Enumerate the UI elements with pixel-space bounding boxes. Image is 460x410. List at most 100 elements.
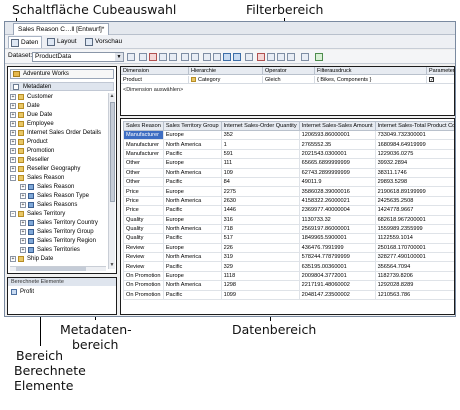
callout-filter-area: Filterbereich — [246, 2, 324, 17]
expand-icon[interactable]: + — [20, 229, 26, 235]
table-cell: Price — [123, 186, 164, 197]
metadata-tree-item-label: Sales Territory Region — [37, 238, 96, 244]
filter-pane: Dimension Hierarchie Operator Filterausd… — [120, 66, 455, 116]
expand-icon[interactable]: + — [20, 247, 26, 253]
table-row[interactable]: Quality North America 718 2569197.86000001 1… — [123, 223, 454, 235]
collapse-icon[interactable]: − — [10, 211, 16, 217]
table-row[interactable]: On Promotion North America 1298 2217191.480… — [123, 280, 454, 291]
document-tab[interactable]: Sales Reason C…ll [Entwurf]* — [13, 23, 110, 35]
expand-icon[interactable]: + — [20, 220, 26, 226]
expand-icon[interactable]: + — [10, 103, 16, 109]
filter-cell-hierarchy[interactable]: Category — [189, 76, 263, 84]
data-grid-column-header[interactable]: Internet Sales-Total Product Cost — [374, 121, 454, 131]
calculated-member-label: Profit — [20, 289, 35, 295]
metadata-tree-item-label: Internet Sales Order Details — [27, 130, 102, 136]
data-grid-column-header[interactable]: Internet Sales-Sales Amount — [298, 121, 376, 131]
edit-fields-icon[interactable] — [159, 53, 167, 61]
table-row[interactable]: Price Pacific 1446 2369977.40000004 1424778.… — [123, 205, 454, 216]
table-row[interactable]: Other North America 109 62743.2899999999 383… — [123, 167, 454, 178]
hierarchy-icon — [28, 238, 34, 244]
dataset-select[interactable]: ProductData ▼ — [32, 52, 124, 62]
add-filter-icon[interactable] — [245, 53, 253, 61]
tab-preview[interactable]: Vorschau — [83, 36, 125, 48]
chevron-down-icon[interactable]: ▼ — [115, 53, 123, 61]
h-scroll-thumb[interactable] — [16, 267, 86, 271]
execute-query-icon[interactable] — [315, 53, 323, 61]
table-row[interactable]: Quality Pacific 517 1849965.5900001 1122559.… — [123, 233, 454, 244]
expand-icon[interactable]: + — [20, 193, 26, 199]
hierarchy-icon — [191, 77, 196, 82]
dimension-icon — [18, 121, 24, 127]
metadata-vertical-scrollbar[interactable]: ▲ ▼ — [108, 93, 115, 269]
metadata-header[interactable]: Metadaten — [10, 82, 114, 91]
expand-icon[interactable]: + — [10, 130, 16, 136]
expand-icon[interactable]: + — [10, 121, 16, 127]
filter-cell-parameter[interactable]: ✓ — [427, 76, 454, 84]
tab-preview-label: Vorschau — [95, 38, 123, 45]
ellipsis-button[interactable] — [127, 53, 135, 61]
expand-icon[interactable]: + — [20, 238, 26, 244]
tab-layout[interactable]: Layout — [45, 36, 80, 48]
data-grid-column-header[interactable]: Sales Reason — [123, 121, 164, 131]
metadata-tree-item-label: Sales Reason — [37, 184, 75, 190]
collapse-icon[interactable]: − — [10, 175, 16, 181]
table-row[interactable]: Other Pacific 84 49011.9 29893.5298 — [123, 176, 454, 188]
new-dataset-icon[interactable] — [139, 53, 147, 61]
delete-filter-icon[interactable] — [257, 53, 265, 61]
table-cell: Quality — [123, 223, 164, 235]
table-row[interactable]: Quality Europe 316 1130733.32 682618.9672000… — [123, 214, 454, 225]
table-row[interactable]: Review Europe 226 436476.7991999 250168.1707… — [123, 242, 454, 254]
parameter-checkbox[interactable]: ✓ — [429, 77, 434, 83]
scroll-down-icon[interactable]: ▼ — [109, 262, 115, 269]
table-row[interactable]: On Promotion Europe 1118 2009804.3772001 118… — [123, 270, 454, 282]
prepare-query-icon[interactable] — [301, 53, 309, 61]
query-parameters-icon[interactable] — [287, 53, 295, 61]
expand-icon[interactable]: + — [10, 139, 16, 145]
import-icon[interactable] — [191, 53, 199, 61]
table-row[interactable]: Manufacturer North America 1 2765552.35 1680… — [123, 139, 454, 150]
copy-icon[interactable] — [267, 53, 275, 61]
expand-icon[interactable]: + — [10, 94, 16, 100]
auto-execute-icon[interactable] — [223, 53, 231, 61]
expand-icon[interactable]: + — [10, 166, 16, 172]
table-row[interactable]: Manufacturer Europe 352 1206593.86000001 733… — [123, 129, 454, 141]
calculated-members-title: Berechnete Elemente — [8, 278, 116, 286]
expand-icon[interactable]: + — [10, 148, 16, 154]
table-row[interactable]: Review North America 319 578244.778799999 32… — [123, 252, 454, 263]
metadata-horizontal-scrollbar[interactable] — [10, 266, 106, 271]
document-tabstrip: Sales Reason C…ll [Entwurf]* — [5, 22, 455, 35]
data-grid-column-header[interactable]: Sales Territory Group — [162, 121, 222, 131]
table-row[interactable]: Review Pacific 329 635195.00360001 356564.70… — [123, 261, 454, 272]
filter-cell-dimension[interactable]: Product — [121, 76, 189, 84]
expand-icon[interactable]: + — [10, 256, 16, 262]
scroll-thumb[interactable] — [110, 102, 115, 202]
table-cell: 38311.1746 — [374, 167, 454, 178]
calculated-member-item[interactable]: Profit — [11, 288, 34, 296]
design-mode-icon[interactable] — [233, 53, 241, 61]
refresh-fields-icon[interactable] — [169, 53, 177, 61]
scroll-up-icon[interactable]: ▲ — [109, 93, 115, 100]
table-row[interactable]: Price Europe 2275 3586028.39000016 2190618.8… — [123, 186, 454, 197]
tab-data[interactable]: Daten — [8, 36, 43, 48]
expand-icon[interactable]: + — [10, 157, 16, 163]
cube-selection-button[interactable]: Adventure Works — [10, 69, 114, 79]
expand-icon[interactable]: + — [10, 112, 16, 118]
table-row[interactable]: Manufacturer Pacific 591 2021543.0300001 122… — [123, 148, 454, 160]
run-query-icon[interactable] — [181, 53, 189, 61]
filter-cell-expression[interactable]: { Bikes, Components } — [315, 76, 427, 84]
table-row[interactable]: Other Europe 111 65665.6899999999 39932.2894 — [123, 158, 454, 169]
paste-icon[interactable] — [277, 53, 285, 61]
expand-icon[interactable]: + — [20, 184, 26, 190]
show-empty-cells-icon[interactable] — [213, 53, 221, 61]
select-dimension-placeholder[interactable]: <Dimension auswählen> — [123, 86, 183, 94]
filter-cell-operator[interactable]: Gleich — [263, 76, 315, 84]
table-cell: 1292028.8289 — [374, 280, 454, 291]
table-row[interactable]: Price North America 2630 4158322.26000021 24… — [123, 195, 454, 207]
expand-icon[interactable]: + — [20, 202, 26, 208]
table-cell: Quality — [123, 214, 164, 225]
show-aggregations-icon[interactable] — [203, 53, 211, 61]
metadata-icon — [13, 84, 19, 90]
table-row[interactable]: On Promotion Pacific 1099 2048147.23500002 1… — [123, 289, 454, 301]
data-grid-column-header[interactable]: Internet Sales-Order Quantity — [220, 121, 300, 131]
delete-dataset-icon[interactable] — [149, 53, 157, 61]
